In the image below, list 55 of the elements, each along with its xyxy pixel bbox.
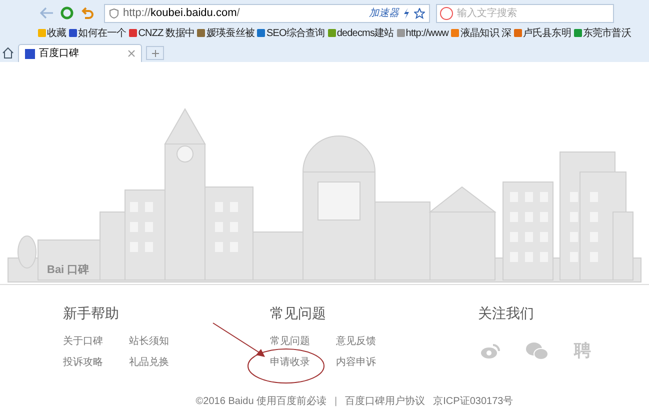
search-engine-icon[interactable] [440,6,453,20]
plus-icon [152,50,158,56]
wechat-icon[interactable] [526,342,548,360]
search-field[interactable]: 输入文字搜索 [436,4,614,22]
bookmark-icon [197,29,206,37]
search-input[interactable]: 输入文字搜索 [457,6,587,20]
bookmark-item[interactable]: 收藏 [38,26,66,40]
accelerator-link[interactable]: 加速器 [369,6,399,20]
shield-icon [109,8,119,18]
footer-link[interactable]: 关于口碑 [63,334,103,349]
column-title: 新手帮助 [63,304,120,323]
bookmark-icon [574,29,582,37]
column-title: 关注我们 [478,304,535,323]
bookmark-item[interactable]: 东莞市普沃 [574,26,631,40]
bookmark-item[interactable]: 液晶知识 深 [451,26,511,40]
footer-link[interactable]: 站长须知 [129,334,169,349]
bookmark-icon [129,29,138,37]
bookmark-icon [257,29,266,37]
bookmark-icon [514,29,522,37]
copyright-text: ©2016 Baidu 使用百度前必读 [196,394,327,409]
refresh-icon[interactable] [60,6,74,20]
footer-link[interactable]: 内容申诉 [336,355,376,370]
footer-link[interactable]: 常见问题 [270,334,310,349]
tab-title: 百度口碑 [39,46,79,61]
bookmark-icon [328,29,336,37]
bookmark-item[interactable]: SEO综合查询 [257,26,325,40]
back-arrow-icon[interactable] [40,7,54,19]
new-tab-button[interactable] [146,46,164,60]
url-text: http://koubei.baidu.com/ [123,6,240,21]
bookmark-icon [38,29,46,37]
agreement-link[interactable]: 百度口碑用户协议 [345,394,426,409]
separator-text: | [334,395,338,409]
footer-link[interactable]: 意见反馈 [336,334,376,349]
browser-tab[interactable]: 百度口碑 [18,44,142,62]
bookmark-icon [396,29,405,37]
close-icon[interactable] [128,50,135,57]
bookmark-item[interactable]: 媛瑛蚕丝被 [197,26,254,40]
icp-text: 京ICP证030173号 [433,394,514,409]
footer-link[interactable]: 礼品兑换 [129,355,169,370]
bookmark-item[interactable]: http://www [396,26,448,40]
home-icon[interactable] [2,47,14,59]
bookmark-item[interactable]: CNZZ 数据中 [129,26,194,40]
bookmark-item[interactable]: 卢氏县东明 [514,26,571,40]
weibo-icon[interactable] [480,342,500,359]
address-bar[interactable]: http://koubei.baidu.com/ 加速器 [104,4,430,22]
undo-arrow-icon[interactable] [80,7,94,19]
bookmark-item[interactable]: dedecms建站 [328,26,394,40]
bookmark-item[interactable]: 如何在一个 [69,26,126,40]
bookmark-icon [451,29,460,37]
footer-link[interactable]: 投诉攻略 [63,355,103,370]
column-title: 常见问题 [270,304,327,323]
lightning-icon[interactable] [403,8,410,18]
star-icon[interactable] [414,8,425,18]
annotation-arrow [212,322,266,358]
bookmark-icon [69,29,78,37]
